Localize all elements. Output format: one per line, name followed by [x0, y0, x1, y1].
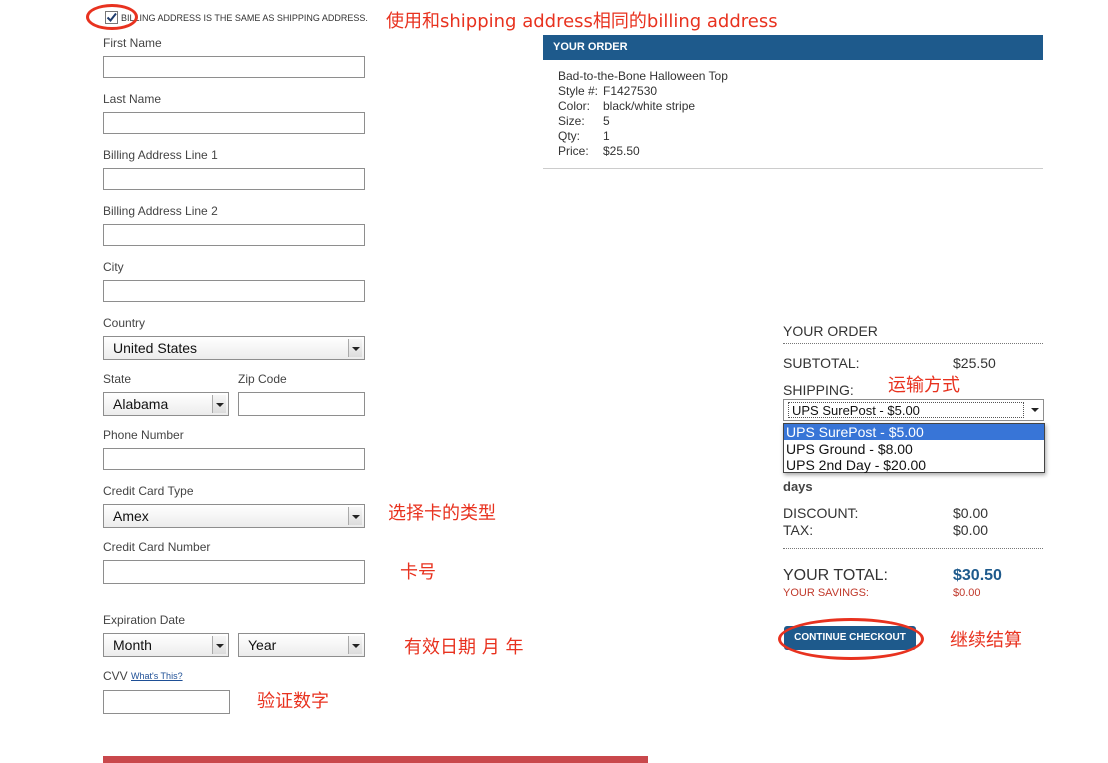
card-type-label: Credit Card Type [103, 484, 194, 498]
detail-row: Size: 5 [558, 114, 610, 128]
order-item-details: Style #: F1427530 Color: black/white strip… [558, 84, 695, 159]
card-number-input[interactable] [103, 560, 365, 584]
city-label: City [103, 260, 124, 274]
dropdown-arrow-icon [212, 636, 226, 654]
total-label: YOUR TOTAL: [783, 567, 888, 584]
detail-row: Price: $25.50 [558, 144, 640, 158]
shipping-selected-value: UPS SurePost - $5.00 [792, 403, 920, 418]
country-label: Country [103, 316, 146, 330]
zip-input[interactable] [238, 392, 365, 416]
subtotal-value: $25.50 [953, 355, 996, 371]
annotation-shipping: 运输方式 [888, 375, 960, 396]
billing-same-label: BILLING ADDRESS IS THE SAME AS SHIPPING … [121, 13, 368, 23]
savings-value: $0.00 [953, 587, 981, 599]
order-box-header: YOUR ORDER [543, 35, 1043, 60]
dropdown-arrow-icon [348, 339, 362, 357]
city-input[interactable] [103, 280, 365, 302]
phone-label: Phone Number [103, 428, 184, 442]
order-box-divider [543, 168, 1043, 169]
shipping-days-text: days [783, 479, 813, 494]
first-name-input[interactable] [103, 56, 365, 78]
dropdown-arrow-icon [212, 395, 226, 413]
annotation-card-type: 选择卡的类型 [388, 503, 496, 524]
annotation-card-number: 卡号 [400, 562, 436, 583]
month-value: Month [113, 637, 152, 653]
annotation-checkout: 继续结算 [950, 630, 1022, 651]
state-value: Alabama [113, 396, 169, 412]
cvv-label: CVV [103, 669, 128, 683]
annotation-circle-checkout [778, 618, 924, 660]
dropdown-arrow-icon [348, 507, 362, 525]
last-name-label: Last Name [103, 92, 162, 106]
tax-label: TAX: [783, 522, 814, 538]
summary-title: YOUR ORDER [783, 323, 878, 339]
bottom-bar [103, 756, 648, 763]
summary-divider [783, 343, 1043, 344]
order-box-title: YOUR ORDER [553, 41, 628, 53]
zip-label: Zip Code [238, 372, 287, 386]
expiration-month-select[interactable]: Month [103, 633, 229, 657]
address2-input[interactable] [103, 224, 365, 246]
address2-label: Billing Address Line 2 [103, 204, 218, 218]
card-type-value: Amex [113, 508, 149, 524]
shipping-option[interactable]: UPS SurePost - $5.00 [784, 424, 1044, 440]
expiration-year-select[interactable]: Year [238, 633, 365, 657]
cvv-help-link[interactable]: What's This? [131, 671, 183, 681]
first-name-label: First Name [103, 36, 162, 50]
detail-row: Color: black/white stripe [558, 99, 696, 113]
shipping-option[interactable]: UPS 2nd Day - $20.00 [786, 457, 926, 473]
summary-divider [783, 548, 1043, 549]
address1-input[interactable] [103, 168, 365, 190]
shipping-option[interactable]: UPS Ground - $8.00 [786, 441, 913, 457]
state-label: State [103, 372, 132, 386]
annotation-circle-checkbox [86, 4, 138, 30]
annotation-billing: 使用和shipping address相同的billing address [386, 11, 778, 32]
dropdown-arrow-icon [1031, 408, 1039, 412]
subtotal-label: SUBTOTAL: [783, 355, 860, 371]
detail-row: Qty: 1 [558, 129, 610, 143]
country-value: United States [113, 340, 198, 356]
year-value: Year [248, 637, 277, 653]
discount-label: DISCOUNT: [783, 505, 859, 521]
annotation-expiration: 有效日期 月 年 [404, 637, 524, 658]
order-item-name: Bad-to-the-Bone Halloween Top [558, 69, 728, 83]
total-value: $30.50 [953, 567, 1002, 584]
cvv-input[interactable] [103, 690, 230, 714]
country-select[interactable]: United States [103, 336, 365, 360]
card-number-label: Credit Card Number [103, 540, 211, 554]
tax-value: $0.00 [953, 522, 989, 538]
card-type-select[interactable]: Amex [103, 504, 365, 528]
discount-value: $0.00 [953, 505, 989, 521]
dropdown-arrow-icon [348, 636, 362, 654]
annotation-cvv: 验证数字 [257, 691, 329, 712]
shipping-options-list: UPS SurePost - $5.00 UPS Ground - $8.00 … [783, 423, 1045, 473]
detail-row: Style #: F1427530 [558, 84, 658, 98]
shipping-label: SHIPPING: [783, 382, 854, 398]
expiration-label: Expiration Date [103, 613, 186, 627]
phone-input[interactable] [103, 448, 365, 470]
last-name-input[interactable] [103, 112, 365, 134]
address1-label: Billing Address Line 1 [103, 148, 218, 162]
savings-label: YOUR SAVINGS: [783, 587, 869, 599]
shipping-select[interactable]: UPS SurePost - $5.00 [783, 399, 1044, 421]
state-select[interactable]: Alabama [103, 392, 229, 416]
